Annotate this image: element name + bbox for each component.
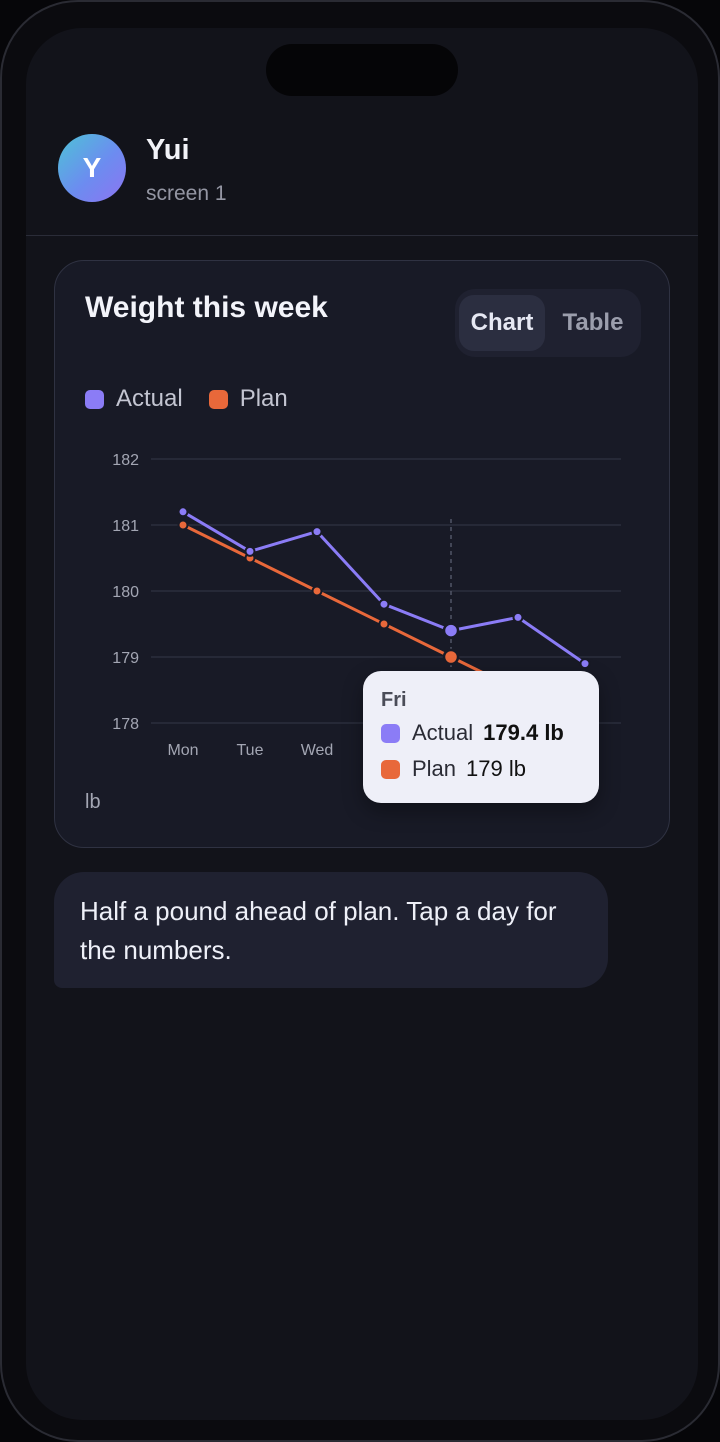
data-point-actual-wed	[311, 526, 323, 538]
tooltip-row-plan: Plan 179 lb	[381, 756, 581, 782]
tooltip-row-actual: Actual 179.4 lb	[381, 720, 581, 746]
tooltip-swatch-plan	[381, 759, 400, 779]
data-point-actual-tue	[244, 545, 256, 557]
table-tab[interactable]: Table	[549, 295, 637, 351]
card-title: Weight this week	[85, 291, 328, 324]
chart-tab[interactable]: Chart	[459, 295, 545, 351]
y-tick-label-182: 182	[112, 452, 139, 469]
x-tick-label-mon: Mon	[167, 742, 198, 759]
y-tick-label-180: 180	[112, 584, 139, 601]
x-tick-label-wed: Wed	[301, 742, 334, 759]
data-point-actual-thu	[378, 598, 390, 610]
view-toggle: Chart Table	[455, 289, 641, 357]
contact-name: Yui	[146, 134, 190, 166]
chat-header: Y Yui screen 1	[26, 28, 698, 236]
tooltip-value-plan: 179 lb	[466, 756, 526, 781]
legend-item-actual[interactable]: Actual	[85, 385, 183, 413]
y-tick-label-179: 179	[112, 650, 139, 667]
legend-label-actual: Actual	[116, 385, 183, 412]
message-bubble: Half a pound ahead of plan. Tap a day fo…	[54, 872, 608, 988]
tooltip-label-actual: Actual	[412, 720, 474, 745]
data-point-actual-mon	[177, 506, 189, 518]
phone-frame: Y Yui screen 1 Weight this week Chart Ta…	[0, 0, 720, 1442]
tooltip-value-actual: 179.4 lb	[483, 720, 564, 745]
data-point-actual-sun	[579, 658, 591, 670]
chart-legend: Actual Plan	[85, 385, 288, 413]
chart-tooltip: Fri Actual 179.4 lb Plan 179 lb	[363, 671, 599, 803]
series-line-actual	[181, 510, 587, 666]
data-point-plan-mon	[177, 519, 189, 531]
data-point-actual-sat	[512, 611, 524, 623]
tooltip-day: Fri	[381, 689, 407, 711]
avatar[interactable]: Y	[58, 134, 126, 202]
data-point-plan-fri	[442, 648, 460, 666]
contact-subtitle: screen 1	[146, 182, 227, 205]
x-tick-label-tue: Tue	[237, 742, 264, 759]
legend-item-plan[interactable]: Plan	[208, 385, 288, 413]
data-point-actual-fri	[442, 622, 460, 639]
legend-swatch-plan	[208, 389, 228, 409]
tooltip-swatch-actual	[381, 723, 400, 743]
unit-label: lb	[85, 791, 101, 813]
data-point-plan-wed	[311, 585, 323, 597]
weight-card: Weight this week Chart Table Actual Plan…	[54, 260, 670, 848]
screen: Y Yui screen 1 Weight this week Chart Ta…	[26, 28, 698, 1420]
legend-label-plan: Plan	[239, 385, 288, 412]
y-tick-label-181: 181	[112, 518, 139, 535]
y-tick-label-178: 178	[112, 716, 139, 733]
tooltip-label-plan: Plan	[412, 756, 457, 781]
data-point-plan-thu	[378, 618, 390, 630]
legend-swatch-actual	[85, 389, 104, 409]
